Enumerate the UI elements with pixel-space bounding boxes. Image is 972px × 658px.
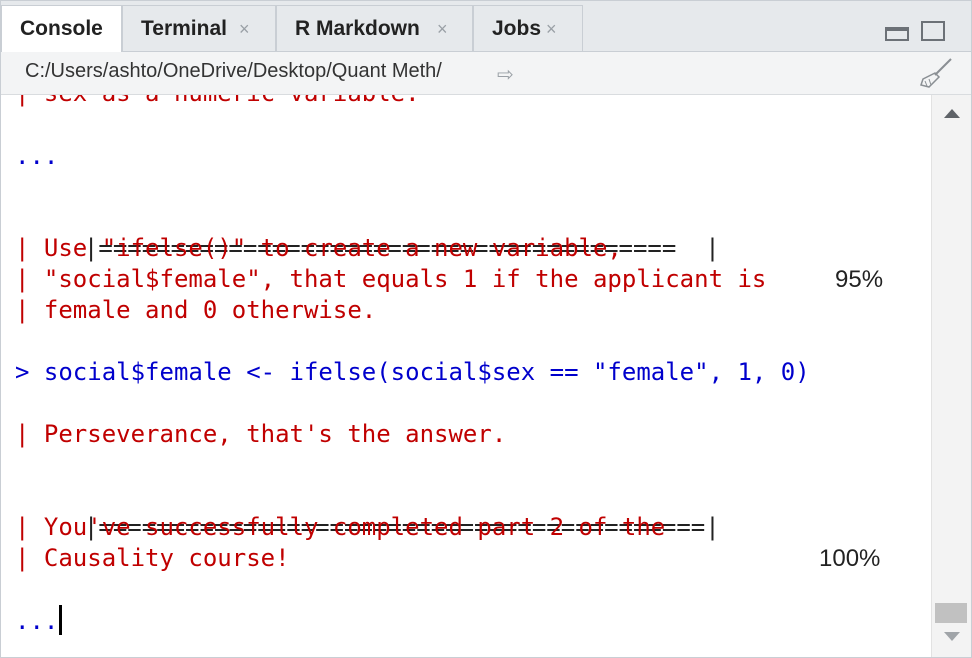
tab-jobs[interactable]: Jobs × (473, 5, 583, 51)
console-output[interactable]: | sex as a numeric variable. ... |======… (1, 95, 931, 657)
tab-bar: Console Terminal × R Markdown × Jobs × (1, 1, 971, 52)
tab-r-markdown-label: R Markdown (295, 17, 420, 40)
minimize-icon[interactable] (885, 27, 909, 41)
console-line: | Use "ifelse()" to create a new variabl… (15, 234, 622, 262)
console-prompt[interactable]: ... (15, 605, 63, 637)
tab-jobs-label: Jobs (492, 17, 542, 40)
scrollbar-thumb[interactable] (935, 603, 967, 623)
scroll-up-icon[interactable] (944, 109, 960, 118)
tab-console-label: Console (20, 17, 103, 40)
close-icon[interactable]: × (546, 6, 557, 52)
progress-percent: 100% (819, 545, 881, 572)
go-to-directory-icon[interactable]: ⇨ (497, 62, 514, 87)
tab-console[interactable]: Console (1, 5, 122, 52)
console-line: | Causality course! (15, 544, 290, 572)
continue-prompt: ... (15, 607, 59, 635)
tab-terminal-label: Terminal (141, 17, 227, 40)
maximize-icon[interactable] (921, 21, 945, 41)
close-icon[interactable]: × (239, 6, 250, 52)
text-cursor (59, 605, 63, 635)
tab-r-markdown[interactable]: R Markdown × (276, 5, 473, 51)
working-directory-path[interactable]: C:/Users/ashto/OneDrive/Desktop/Quant Me… (25, 60, 442, 83)
console-line: | female and 0 otherwise. (15, 296, 377, 324)
console-command: > social$female <- ifelse(social$sex == … (15, 358, 810, 386)
console-line: ... (15, 142, 59, 170)
console-line: | Perseverance, that's the answer. (15, 420, 507, 448)
console-line: | You've successfully completed part 2 o… (15, 513, 666, 541)
scroll-down-icon[interactable] (944, 632, 960, 641)
working-directory-bar: C:/Users/ashto/OneDrive/Desktop/Quant Me… (1, 52, 971, 95)
console-line: | sex as a numeric variable. (15, 95, 420, 109)
progress-percent: 95% (835, 266, 884, 293)
close-icon[interactable]: × (437, 6, 448, 52)
vertical-scrollbar[interactable] (931, 95, 971, 657)
console-pane: Console Terminal × R Markdown × Jobs × C… (0, 0, 972, 658)
tab-terminal[interactable]: Terminal × (122, 5, 276, 51)
clear-console-icon[interactable] (919, 57, 955, 89)
console-line: | "social$female", that equals 1 if the … (15, 265, 767, 293)
